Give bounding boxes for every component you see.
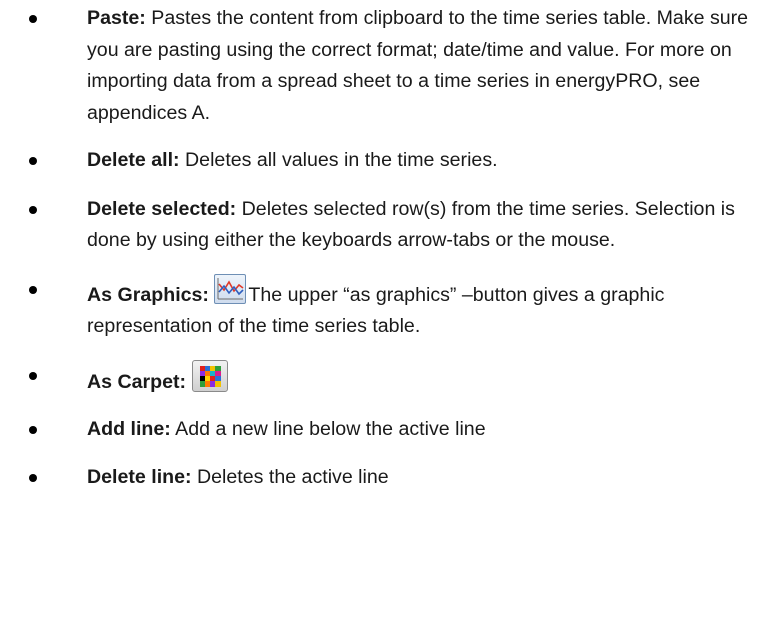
item-term: Delete selected: [87,197,237,220]
bullet-icon [29,157,37,165]
list-item-as-carpet: As Carpet: [0,359,777,399]
list-item-as-graphics: As Graphics: The upper “as graphics” –bu… [0,273,777,343]
list-item-delete-selected: Delete selected: Deletes selected row(s)… [0,194,777,257]
bullet-list: Paste: Pastes the content from clipboard… [0,0,777,493]
item-description: Add a new line below the active line [170,418,486,440]
list-item-paste: Paste: Pastes the content from clipboard… [0,3,777,129]
list-item-add-line: Add line: Add a new line below the activ… [0,414,777,446]
list-item-delete-line: Delete line: Deletes the active line [0,462,777,494]
item-term: As Carpet: [87,370,187,393]
item-term: Paste: [87,7,146,29]
item-term: As Graphics: [87,283,209,306]
line-graph-icon [214,273,247,304]
item-description: Deletes the active line [191,465,389,488]
carpet-cell [215,381,221,387]
item-term: Delete line: [87,465,192,488]
bullet-icon [29,426,37,434]
list-item-delete-all: Delete all: Deletes all values in the ti… [0,145,777,177]
item-description: Pastes the content from clipboard to the… [87,7,749,124]
item-description: Deletes all values in the time series. [179,149,498,171]
item-term: Delete all: [87,149,180,171]
item-term: Add line: [87,418,171,440]
bullet-icon [29,205,37,214]
bullet-icon [29,15,37,23]
bullet-icon [29,473,37,482]
bullet-icon [29,285,37,294]
bullet-icon [29,371,37,380]
carpet-plot-icon [191,359,228,392]
carpet-grid [199,365,221,387]
